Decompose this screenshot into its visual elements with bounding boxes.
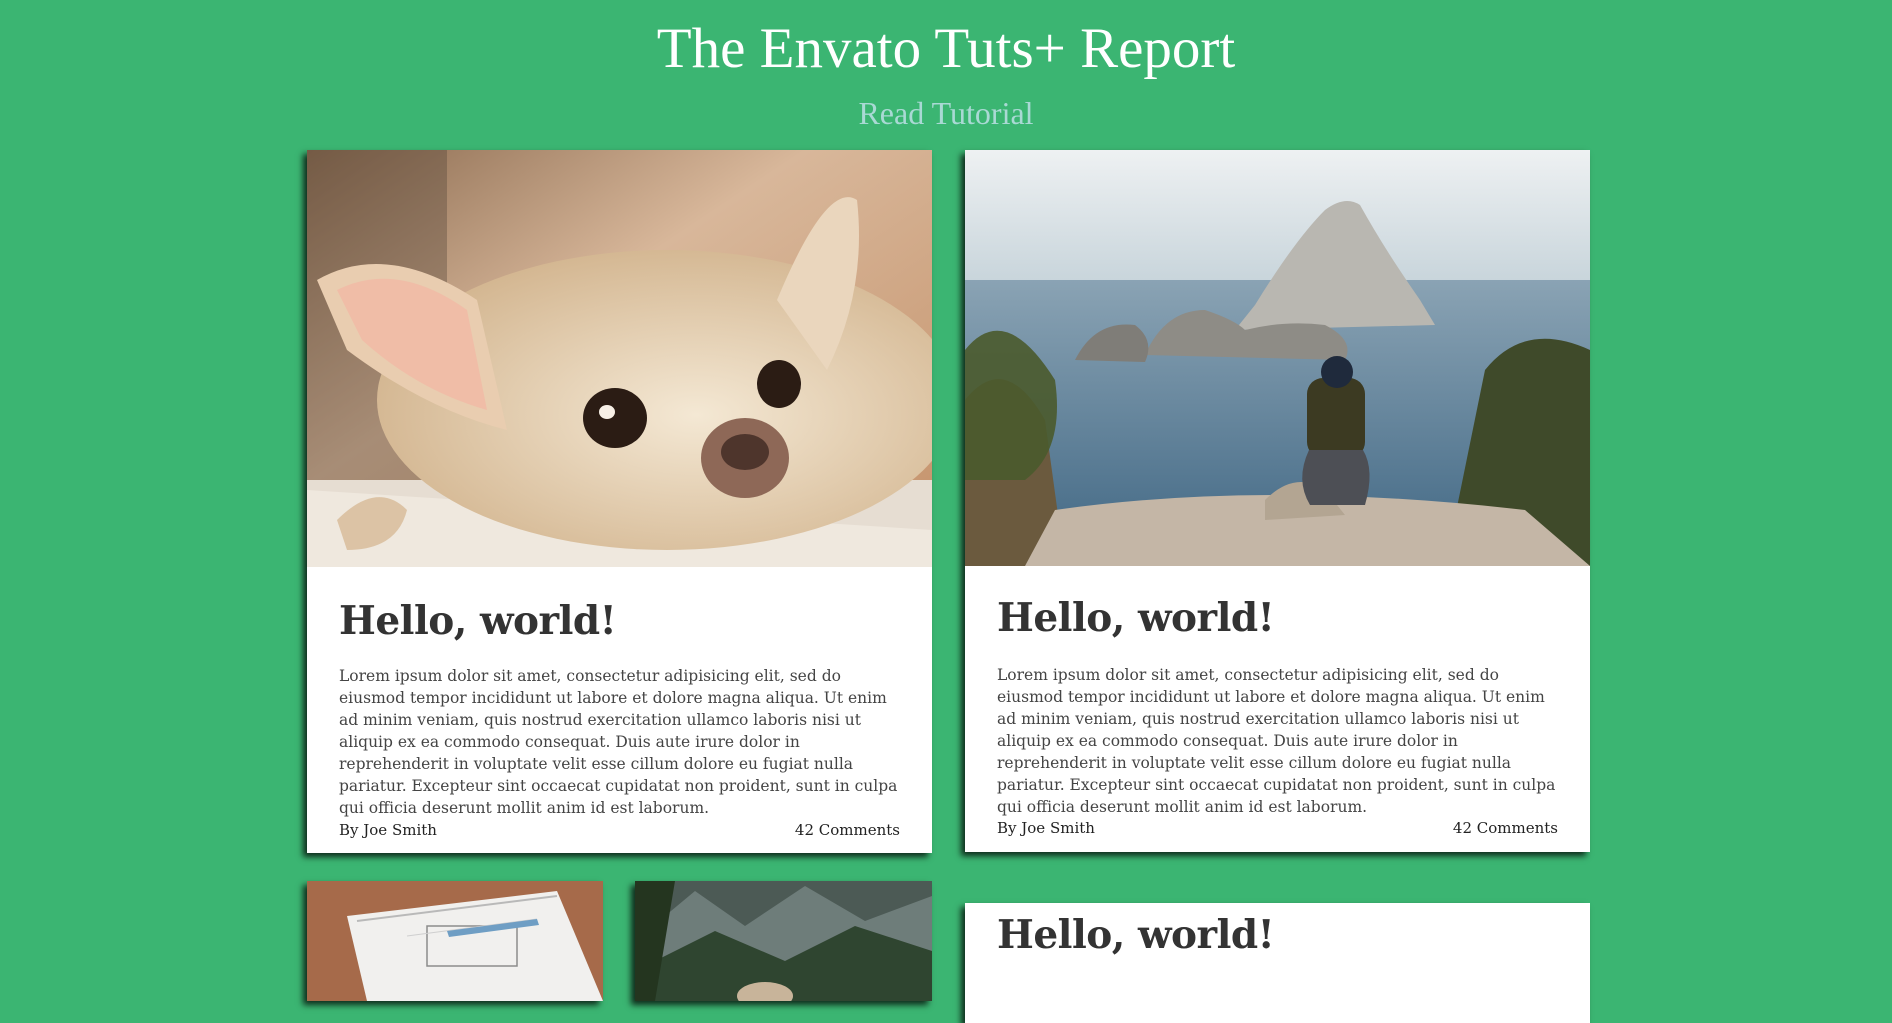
card-text: Lorem ipsum dolor sit amet, consectetur … <box>997 666 1556 816</box>
post-card[interactable]: Hello, world! Lorem ipsum dolor sit amet… <box>965 150 1590 852</box>
card-title[interactable]: Hello, world! <box>997 594 1558 642</box>
post-card[interactable]: Hello, world! <box>965 903 1590 1023</box>
island-seaside-photo <box>965 150 1590 566</box>
card-comments[interactable]: 42 Comments <box>795 821 900 839</box>
card-author[interactable]: By Joe Smith <box>997 819 1095 837</box>
post-card[interactable] <box>635 881 932 1001</box>
chihuahua-photo <box>307 150 932 567</box>
card-text: Lorem ipsum dolor sit amet, consectetur … <box>339 667 898 817</box>
card-comments[interactable]: 42 Comments <box>1453 819 1558 837</box>
card-title[interactable]: Hello, world! <box>339 597 900 645</box>
mountain-valley-photo <box>635 881 932 1001</box>
read-tutorial-link[interactable]: Read Tutorial <box>0 93 1892 133</box>
card-title[interactable]: Hello, world! <box>997 911 1558 959</box>
post-card[interactable] <box>307 881 603 1001</box>
site-title: The Envato Tuts+ Report <box>656 17 1236 80</box>
notebook-wireframe-photo <box>307 881 603 1001</box>
post-card[interactable]: Hello, world! Lorem ipsum dolor sit amet… <box>307 150 932 853</box>
card-author[interactable]: By Joe Smith <box>339 821 437 839</box>
